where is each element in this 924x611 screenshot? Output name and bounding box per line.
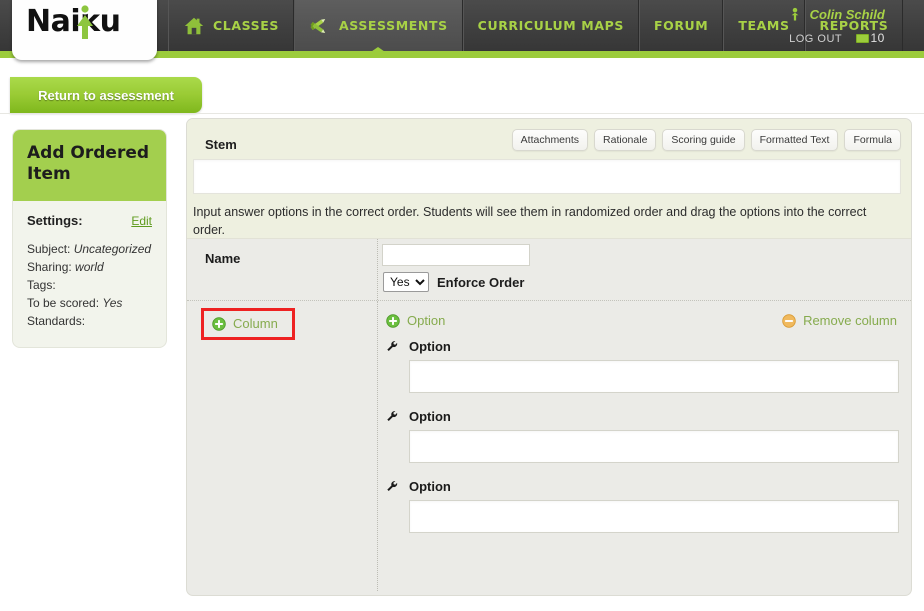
envelope-icon: [855, 34, 869, 43]
wrench-icon[interactable]: [386, 480, 399, 493]
rationale-button[interactable]: Rationale: [594, 129, 657, 151]
sidebar-title: Add Ordered Item: [13, 130, 166, 201]
sidebar-detail-sharing: Sharing: world: [27, 258, 152, 276]
sidebar-detail-standards: Standards:: [27, 312, 152, 330]
nav-item-assessments[interactable]: ASSESSMENTS: [294, 0, 463, 58]
add-column-button[interactable]: Column: [212, 316, 278, 331]
name-row-divider: [377, 239, 378, 300]
nav-label-curriculum-maps: CURRICULUM MAPS: [477, 18, 624, 33]
column-left-pane: Column: [187, 301, 377, 591]
content-divider: [0, 113, 924, 114]
sidebar-detail-scored-value: Yes: [102, 296, 123, 311]
add-option-button[interactable]: Option: [386, 313, 445, 328]
app-root: CLASSES ASSESSMENTS CURRICULUM MAPS FORU…: [0, 0, 924, 611]
person-figure-icon: [74, 2, 96, 40]
columns-area: Column Option Remove column Option Optio…: [187, 301, 911, 591]
add-column-highlight: Column: [201, 308, 295, 340]
nav-label-forum: FORUM: [653, 18, 709, 33]
stem-section: Stem Attachments Rationale Scoring guide…: [187, 119, 911, 239]
sidebar-detail-sharing-key: Sharing:: [27, 259, 72, 274]
helper-text: Input answer options in the correct orde…: [193, 205, 867, 237]
option-input-2[interactable]: [409, 430, 899, 463]
option-label-2: Option: [409, 409, 451, 424]
user-area: Colin Schild LOG OUT 10: [762, 6, 912, 45]
nav-item-forum[interactable]: FORUM: [638, 0, 724, 51]
sidebar-body: Settings: Edit Subject: Uncategorized Sh…: [13, 201, 166, 347]
remove-column-label: Remove column: [803, 313, 897, 328]
name-label: Name: [205, 251, 241, 266]
option-header-1: Option: [386, 339, 899, 354]
minus-icon: [782, 313, 796, 328]
sidebar-detail-scored: To be scored: Yes: [27, 294, 152, 312]
sidebar-edit-link[interactable]: Edit: [131, 214, 152, 228]
option-block-1: Option: [386, 339, 899, 393]
plus-icon: [386, 313, 400, 328]
return-to-assessment-label: Return to assessment: [38, 87, 174, 103]
option-header-3: Option: [386, 479, 899, 494]
plus-icon: [212, 316, 226, 331]
scoring-guide-button[interactable]: Scoring guide: [662, 129, 745, 151]
option-input-1[interactable]: [409, 360, 899, 393]
sidebar-detail-subject: Subject: Uncategorized: [27, 240, 152, 258]
wrench-icon[interactable]: [386, 340, 399, 353]
enforce-order-select[interactable]: Yes No: [383, 272, 429, 292]
formatted-text-button[interactable]: Formatted Text: [750, 129, 839, 151]
sidebar-detail-tags-key: Tags:: [27, 277, 56, 292]
sidebar-settings-row: Settings: Edit: [27, 213, 152, 228]
settings-sidebar: Add Ordered Item Settings: Edit Subject:…: [12, 129, 167, 348]
message-count-badge[interactable]: 10: [855, 31, 885, 45]
stem-input[interactable]: [193, 159, 901, 194]
nav-item-curriculum-maps[interactable]: CURRICULUM MAPS: [462, 0, 639, 51]
enforce-order-label: Enforce Order: [437, 274, 525, 290]
pencils-icon: [309, 15, 331, 37]
option-block-2: Option: [386, 409, 899, 463]
nav-label-assessments: ASSESSMENTS: [339, 18, 448, 33]
sidebar-detail-subject-key: Subject:: [27, 241, 71, 256]
option-block-3: Option: [386, 479, 899, 533]
nav-label-classes: CLASSES: [213, 18, 279, 33]
sidebar-settings-label: Settings:: [27, 212, 83, 228]
formula-button[interactable]: Formula: [844, 129, 901, 151]
person-icon: [789, 7, 801, 27]
sidebar-detail-scored-key: To be scored:: [27, 296, 100, 311]
option-header-2: Option: [386, 409, 899, 424]
editor-toolbar: Attachments Rationale Scoring guide Form…: [511, 129, 901, 151]
nav-item-classes[interactable]: CLASSES: [168, 0, 294, 51]
column-right-pane: Option Remove column Option Option Optio…: [378, 301, 911, 591]
item-editor-panel: Stem Attachments Rationale Scoring guide…: [186, 118, 912, 596]
sidebar-detail-tags: Tags:: [27, 276, 152, 294]
wrench-icon[interactable]: [386, 410, 399, 423]
user-name: Colin Schild: [809, 7, 885, 22]
return-to-assessment-button[interactable]: Return to assessment: [10, 77, 202, 113]
attachments-button[interactable]: Attachments: [511, 129, 589, 151]
logo[interactable]: Naiku: [12, 0, 157, 60]
option-label-1: Option: [409, 339, 451, 354]
logout-link[interactable]: LOG OUT: [789, 33, 842, 45]
message-count: 10: [870, 31, 885, 45]
sidebar-detail-standards-key: Standards:: [27, 314, 86, 329]
home-icon: [183, 15, 205, 37]
name-input[interactable]: [382, 244, 530, 266]
sidebar-detail-sharing-value: world: [75, 259, 104, 274]
name-row: Name Yes No Enforce Order: [187, 239, 911, 301]
option-input-3[interactable]: [409, 500, 899, 533]
remove-column-button[interactable]: Remove column: [782, 313, 897, 328]
enforce-order-row: Yes No Enforce Order: [383, 272, 524, 292]
add-column-label: Column: [233, 316, 278, 331]
option-label-3: Option: [409, 479, 451, 494]
add-option-label: Option: [407, 313, 446, 328]
sidebar-detail-subject-value: Uncategorized: [73, 241, 152, 256]
